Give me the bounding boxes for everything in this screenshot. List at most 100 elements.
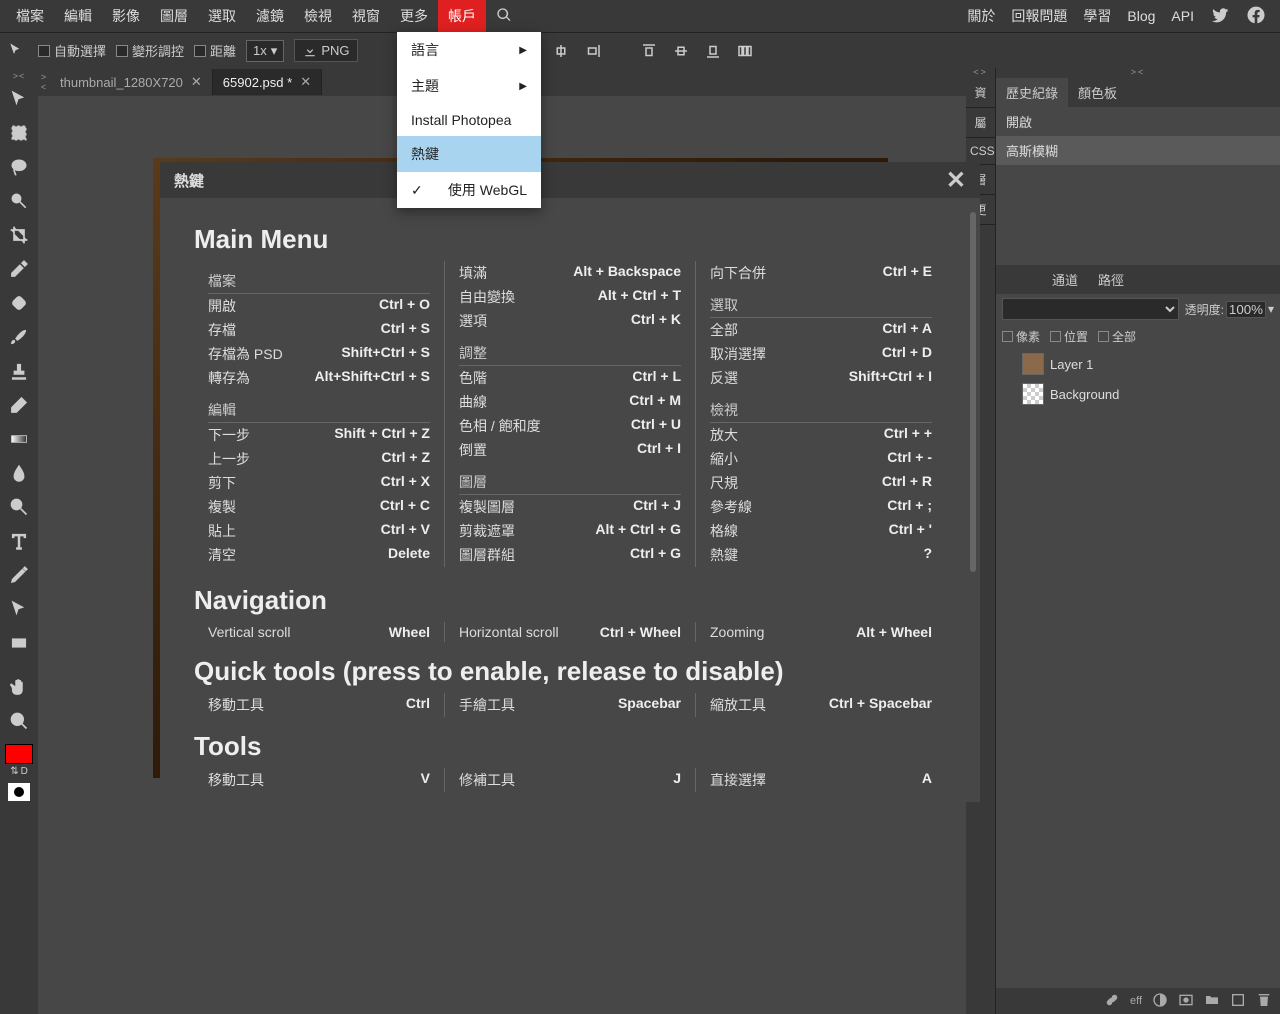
- shape-tool[interactable]: [3, 627, 35, 659]
- transform-controls-checkbox[interactable]: 變形調控: [116, 41, 184, 60]
- foreground-color[interactable]: [5, 744, 33, 764]
- align-center-h-icon[interactable]: [550, 40, 572, 62]
- collapse-icon[interactable]: ><: [38, 72, 50, 92]
- dropdown-item[interactable]: ✓使用 WebGL: [397, 172, 541, 208]
- visibility-icon[interactable]: [1002, 387, 1016, 401]
- align-middle-icon[interactable]: [670, 40, 692, 62]
- effects-icon[interactable]: eff: [1130, 995, 1142, 1007]
- brush-tool[interactable]: [3, 321, 35, 353]
- menu-7[interactable]: 視窗: [342, 0, 390, 32]
- close-tab-icon[interactable]: ✕: [191, 74, 202, 90]
- shortcut-group: 調整: [459, 337, 681, 366]
- menu-6[interactable]: 檢視: [294, 0, 342, 32]
- stamp-tool[interactable]: [3, 355, 35, 387]
- distance-checkbox[interactable]: 距離: [194, 41, 236, 60]
- shortcut-row: Horizontal scrollCtrl + Wheel: [459, 622, 681, 642]
- eraser-tool[interactable]: [3, 389, 35, 421]
- adjustment-icon[interactable]: [1152, 992, 1168, 1011]
- zoom-tool[interactable]: [3, 705, 35, 737]
- new-layer-icon[interactable]: [1230, 992, 1246, 1011]
- lock-all[interactable]: 全部: [1098, 328, 1136, 345]
- close-icon[interactable]: ✕: [946, 166, 966, 195]
- menu-1[interactable]: 編輯: [54, 0, 102, 32]
- mask-icon[interactable]: [1178, 992, 1194, 1011]
- lock-position[interactable]: 位置: [1050, 328, 1088, 345]
- marquee-tool[interactable]: [3, 117, 35, 149]
- dropdown-item[interactable]: Install Photopea: [397, 104, 541, 136]
- menu-3[interactable]: 圖層: [150, 0, 198, 32]
- export-png-button[interactable]: PNG: [294, 39, 358, 62]
- hand-tool[interactable]: [3, 671, 35, 703]
- document-tab[interactable]: thumbnail_1280X720✕: [50, 69, 213, 95]
- lock-pixels[interactable]: 像素: [1002, 328, 1040, 345]
- type-tool[interactable]: [3, 525, 35, 557]
- gradient-tool[interactable]: [3, 423, 35, 455]
- blur-tool[interactable]: [3, 457, 35, 489]
- collapsed-panel-tab[interactable]: CSS: [966, 138, 995, 165]
- layers-panel: 透明度:▾ 像素 位置 全部 Layer 1 Background eff: [996, 294, 1280, 1014]
- tab-paths[interactable]: 路徑: [1088, 265, 1134, 294]
- rmenu-2[interactable]: 學習: [1075, 0, 1119, 32]
- visibility-icon[interactable]: [1002, 357, 1016, 371]
- align-top-icon[interactable]: [638, 40, 660, 62]
- quick-select-tool[interactable]: [3, 185, 35, 217]
- align-bottom-icon[interactable]: [702, 40, 724, 62]
- collapse-icon[interactable]: <>: [966, 68, 995, 78]
- path-select-tool[interactable]: [3, 593, 35, 625]
- menu-9[interactable]: 帳戶: [438, 0, 486, 32]
- shortcut-row: 貼上Ctrl + V: [208, 519, 430, 543]
- dropdown-item[interactable]: 主題▶: [397, 68, 541, 104]
- more-menu-dropdown: 語言▶主題▶Install Photopea熱鍵✓使用 WebGL: [397, 32, 541, 208]
- folder-icon[interactable]: [1204, 992, 1220, 1011]
- collapsed-panel-tab[interactable]: 屬: [966, 108, 995, 138]
- align-right-icon[interactable]: [582, 40, 604, 62]
- document-tab[interactable]: 65902.psd *✕: [213, 69, 322, 95]
- tab-history[interactable]: 歷史紀錄: [996, 78, 1068, 107]
- rmenu-4[interactable]: API: [1163, 2, 1202, 30]
- menu-2[interactable]: 影像: [102, 0, 150, 32]
- tab-channels[interactable]: 通道: [1042, 265, 1088, 294]
- menu-5[interactable]: 濾鏡: [246, 0, 294, 32]
- dropdown-item[interactable]: 語言▶: [397, 32, 541, 68]
- blend-mode-select[interactable]: [1002, 298, 1179, 320]
- quick-mask[interactable]: [8, 783, 30, 801]
- layer-item[interactable]: Background: [996, 379, 1280, 409]
- history-item[interactable]: 高斯模糊: [996, 136, 1280, 165]
- facebook-icon[interactable]: [1238, 0, 1274, 34]
- trash-icon[interactable]: [1256, 992, 1272, 1011]
- collapse-icon[interactable]: ><: [996, 68, 1280, 78]
- twitter-icon[interactable]: [1202, 0, 1238, 34]
- distribute-icon[interactable]: [734, 40, 756, 62]
- history-item[interactable]: 開啟: [996, 107, 1280, 136]
- shortcut-row: 填滿Alt + Backspace: [459, 261, 681, 285]
- close-tab-icon[interactable]: ✕: [300, 74, 311, 90]
- crop-tool[interactable]: [3, 219, 35, 251]
- section-heading: Tools: [194, 731, 946, 762]
- pixel-ratio-select[interactable]: 1x▾: [246, 40, 284, 62]
- dodge-tool[interactable]: [3, 491, 35, 523]
- lasso-tool[interactable]: [3, 151, 35, 183]
- opacity-input[interactable]: [1226, 301, 1266, 318]
- shortcut-row: 反選Shift+Ctrl + I: [710, 366, 932, 390]
- search-menu-icon[interactable]: [486, 1, 522, 32]
- move-tool-icon: [6, 40, 28, 62]
- menu-0[interactable]: 檔案: [6, 0, 54, 32]
- rmenu-1[interactable]: 回報問題: [1003, 0, 1075, 32]
- menu-8[interactable]: 更多: [390, 0, 438, 32]
- dropdown-item[interactable]: 熱鍵: [397, 136, 541, 172]
- pen-tool[interactable]: [3, 559, 35, 591]
- layer-thumbnail: [1022, 383, 1044, 405]
- healing-tool[interactable]: [3, 287, 35, 319]
- swap-colors[interactable]: ⇅D: [10, 766, 28, 777]
- auto-select-checkbox[interactable]: 自動選擇: [38, 41, 106, 60]
- rmenu-0[interactable]: 關於: [959, 0, 1003, 32]
- rmenu-3[interactable]: Blog: [1119, 2, 1163, 30]
- move-tool[interactable]: [3, 83, 35, 115]
- tab-swatches[interactable]: 顏色板: [1068, 78, 1127, 107]
- link-icon[interactable]: [1104, 992, 1120, 1011]
- layer-item[interactable]: Layer 1: [996, 349, 1280, 379]
- eyedropper-tool[interactable]: [3, 253, 35, 285]
- menu-4[interactable]: 選取: [198, 0, 246, 32]
- collapse-icon[interactable]: ><: [0, 72, 38, 82]
- collapsed-panel-tab[interactable]: 資: [966, 78, 995, 108]
